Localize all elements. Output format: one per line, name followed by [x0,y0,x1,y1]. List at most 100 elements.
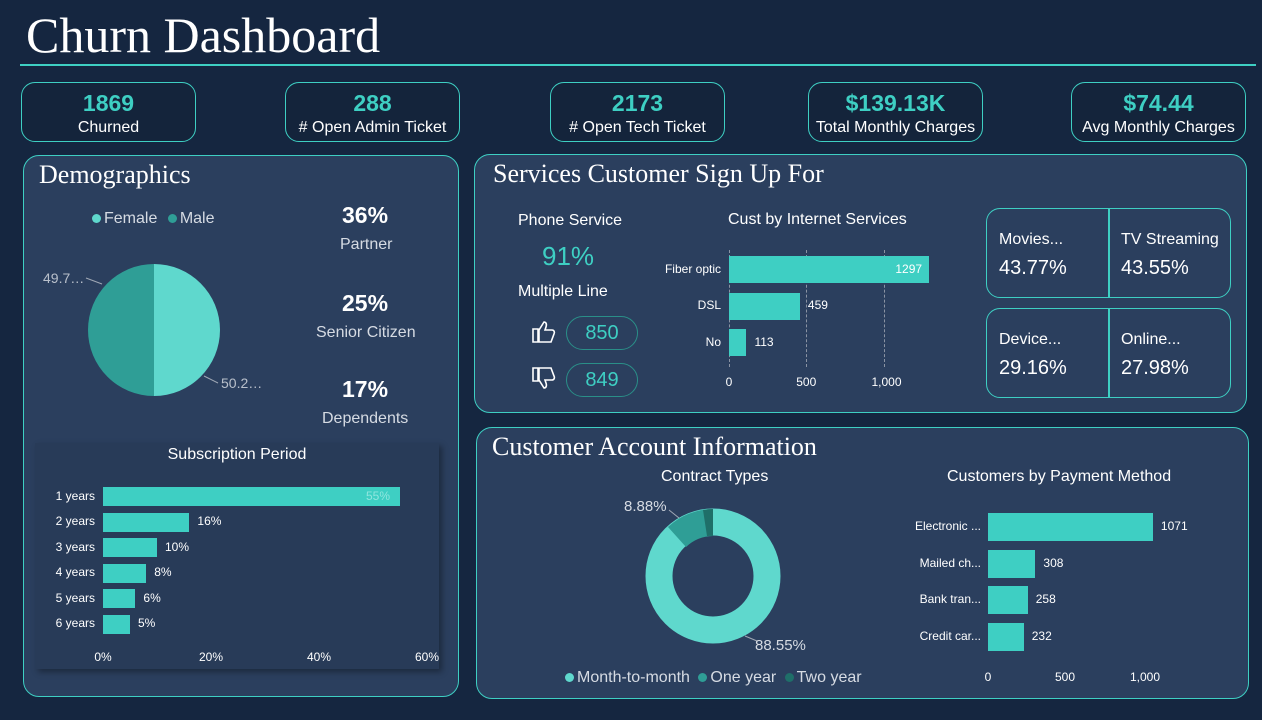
bar[interactable] [988,513,1153,541]
subscription-period-chart: Subscription Period 0% 20% 40% 60% 1 years 55… [35,443,439,669]
bar[interactable] [988,622,1024,651]
axis-tick-label: 500 [796,375,817,389]
bar-category-label: 1 years [55,488,95,503]
gender-legend: Female Male [92,210,215,228]
dependents-value: 17% [342,376,389,402]
axis-tick-label: 1,000 [871,375,902,389]
bar-category-label: 2 years [55,514,95,528]
bar-category-label: 6 years [55,616,95,630]
bar-value-label: 308 [1043,555,1064,570]
page-title: Churn Dashboard [26,7,381,63]
bar[interactable] [988,549,1036,578]
bar-category-label: 4 years [55,565,95,579]
bar[interactable] [103,563,147,583]
bar-category-label: No [705,334,721,349]
subscription-bars: 0% 20% 40% 60% 1 years 55% 2 years 16% 3 years 10… [35,443,439,669]
axis-tick-label: 0 [725,375,733,389]
bar-value-label: 10% [165,539,190,554]
payment-method-chart: 0 500 1,000 Electronic ... 1071 Mailed ch... 3… [477,428,1248,698]
streaming-card-group: Movies... 43.77% TV Streaming 43.55% [986,208,1231,298]
axis-tick-label: 0% [94,650,112,664]
bar-category-label: 5 years [55,590,95,605]
pie-label-male: 49.7… [43,270,85,286]
partner-value: 36% [342,202,389,228]
pie-leader-female [203,375,219,384]
kpi-value: $139.13K [845,90,946,116]
bar[interactable] [103,589,136,608]
movies-label: Movies... [999,231,1064,248]
kpi-label: # Open Tech Ticket [569,119,706,136]
bar-category-label: Bank tran... [919,592,981,606]
bar[interactable] [103,487,400,506]
demographics-panel: Demographics Female Male 49.7… 50.2… 36%… [23,155,459,697]
axis-tick-label: 1,000 [1130,670,1161,684]
kpi-card-avg-monthly-charges[interactable]: $74.44 Avg Monthly Charges [1071,82,1246,142]
movies-value: 43.77% [999,257,1067,279]
bar-value-label: 55% [366,488,391,503]
bar-value-label: 5% [138,616,156,630]
bar[interactable] [729,292,800,320]
kpi-value: 288 [353,90,392,116]
online-label: Online... [1121,331,1181,348]
bar[interactable] [103,538,157,557]
bar-category-label: 3 years [55,539,95,554]
kpi-label: Total Monthly Charges [815,119,976,136]
bar-category-label: Electronic ... [914,519,981,533]
kpi-label: Churned [77,119,140,136]
tv-streaming-label: TV Streaming [1121,231,1219,248]
bar[interactable] [988,586,1028,614]
title-divider [20,64,1256,66]
bar-value-label: 258 [1035,592,1056,606]
account-panel: Customer Account Information Contract Ty… [476,427,1249,699]
bar-value-label: 8% [154,565,172,579]
kpi-value: $74.44 [1123,90,1194,116]
senior-citizen-label: Senior Citizen [316,324,416,341]
bar-value-label: 6% [143,590,161,605]
axis-tick-label: 60% [415,650,440,664]
device-value: 29.16% [999,357,1067,379]
axis-tick-label: 0 [984,670,992,684]
kpi-card-open-admin-ticket[interactable]: 288 # Open Admin Ticket [285,82,460,142]
kpi-card-open-tech-ticket[interactable]: 2173 # Open Tech Ticket [550,82,725,142]
bar-category-label: Mailed ch... [919,555,981,570]
bar-value-label: 459 [807,298,828,312]
services-panel: Services Customer Sign Up For Phone Serv… [474,154,1247,413]
demographics-title: Demographics [39,160,191,189]
pie-label-female: 50.2… [221,375,263,391]
pie-slice-male[interactable] [88,264,154,396]
bar[interactable] [103,614,130,634]
kpi-label: # Open Admin Ticket [298,119,447,136]
kpi-value: 1869 [82,90,135,116]
kpi-card-total-monthly-charges[interactable]: $139.13K Total Monthly Charges [808,82,983,142]
axis-tick-label: 40% [307,650,332,664]
axis-tick-label: 20% [199,650,224,664]
kpi-card-churned[interactable]: 1869 Churned [21,82,196,142]
protection-card-group: Device... 29.16% Online... 27.98% [986,308,1231,398]
bar-category-label: Fiber optic [664,261,721,276]
legend-male: Male [179,210,215,227]
female-legend-dot [92,214,101,224]
senior-citizen-value: 25% [342,290,389,316]
card-divider [1108,309,1110,397]
partner-label: Partner [340,236,393,253]
bar[interactable] [729,329,747,356]
bar-value-label: 232 [1031,628,1052,643]
card-divider [1108,209,1110,297]
internet-services-chart: 0 500 1,000 Fiber optic 1297 DSL 459 No 113 [475,155,975,412]
bar-value-label: 1071 [1160,519,1188,533]
bar[interactable] [103,512,190,532]
bar-value-label: 16% [197,514,222,528]
bar-category-label: DSL [697,298,721,312]
bar-value-label: 1297 [895,261,923,276]
kpi-label: Avg Monthly Charges [1082,119,1235,136]
device-label: Device... [999,331,1062,348]
dependents-label: Dependents [322,410,409,427]
legend-female: Female [104,210,158,227]
male-legend-dot [167,214,177,224]
online-value: 27.98% [1121,357,1189,379]
tv-streaming-value: 43.55% [1121,257,1189,279]
pie-leader-male [85,277,103,285]
kpi-value: 2173 [611,90,664,116]
axis-tick-label: 500 [1054,670,1076,684]
pie-slice-female[interactable] [154,264,220,396]
